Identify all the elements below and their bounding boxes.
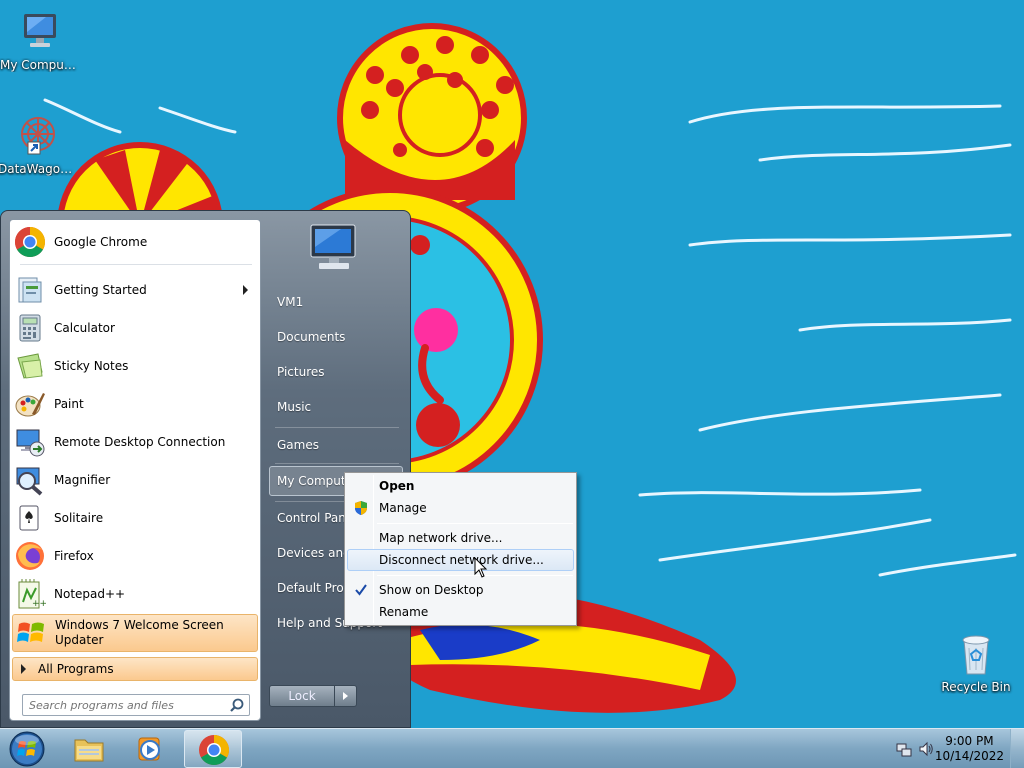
places-separator (275, 463, 399, 464)
desktop-icon-my-computer[interactable]: My Computer (0, 8, 80, 72)
all-programs-arrow-icon (21, 664, 26, 674)
start-menu-programs-pane: Google Chrome Getting Started Calculator… (9, 219, 261, 721)
context-item-show-on-desktop[interactable]: Show on Desktop (347, 579, 574, 601)
program-notepadpp[interactable]: ++ Notepad++ (12, 576, 258, 612)
places-user-vm1[interactable]: VM1 (269, 287, 403, 317)
all-programs-label: All Programs (38, 662, 114, 676)
chrome-icon (14, 226, 46, 258)
program-google-chrome[interactable]: Google Chrome (12, 224, 258, 260)
context-item-label: Show on Desktop (379, 583, 484, 597)
volume-icon[interactable] (918, 741, 934, 757)
context-item-rename[interactable]: Rename (347, 601, 574, 623)
shutdown-options-arrow-button[interactable] (335, 685, 357, 707)
places-games[interactable]: Games (269, 430, 403, 460)
computer-icon (16, 8, 64, 56)
program-label: Notepad++ (54, 587, 126, 601)
chrome-icon (199, 735, 230, 766)
program-label: Windows 7 Welcome Screen Updater (55, 618, 224, 647)
start-menu: Google Chrome Getting Started Calculator… (0, 210, 411, 728)
program-getting-started[interactable]: Getting Started (12, 272, 258, 308)
program-sticky-notes[interactable]: Sticky Notes (12, 348, 258, 384)
program-firefox[interactable]: Firefox (12, 538, 258, 574)
places-music[interactable]: Music (269, 392, 403, 422)
all-programs-button[interactable]: All Programs (12, 657, 258, 681)
network-icon[interactable] (896, 741, 912, 757)
program-label: Sticky Notes (54, 359, 129, 373)
clock-date: 10/14/2022 (934, 749, 1004, 763)
recycle-bin-icon (952, 630, 1000, 678)
places-documents[interactable]: Documents (269, 322, 403, 352)
paint-icon (14, 388, 46, 420)
places-separator (275, 427, 399, 428)
program-label: Magnifier (54, 473, 111, 487)
start-menu-places-pane: VM1 Documents Pictures Music Games My Co… (263, 211, 411, 727)
solitaire-icon (14, 502, 46, 534)
context-item-map-network-drive[interactable]: Map network drive... (347, 527, 574, 549)
user-picture-computer-icon[interactable] (303, 217, 365, 279)
program-magnifier[interactable]: Magnifier (12, 462, 258, 498)
program-paint[interactable]: Paint (12, 386, 258, 422)
program-win7-welcome-updater[interactable]: Windows 7 Welcome Screen Updater (12, 614, 258, 652)
magnifier-icon (14, 464, 46, 496)
desktop-icon-label: Recycle Bin (941, 680, 1011, 694)
program-label: Getting Started (54, 283, 147, 297)
svg-text:++: ++ (32, 599, 46, 609)
taskbar-chrome[interactable] (184, 730, 242, 768)
program-label: Remote Desktop Connection (54, 435, 226, 449)
mouse-cursor-icon (474, 557, 488, 578)
notepadpp-icon: ++ (14, 578, 47, 610)
sticky-notes-icon (14, 350, 46, 382)
search-input[interactable] (23, 695, 219, 715)
context-item-manage[interactable]: Manage (347, 497, 574, 519)
context-item-label: Manage (379, 501, 427, 515)
taskbar-explorer[interactable] (60, 730, 118, 768)
show-desktop-button[interactable] (1010, 729, 1024, 768)
program-label: Calculator (54, 321, 115, 335)
context-item-open[interactable]: Open (347, 475, 574, 497)
clock[interactable]: 9:00 PM 10/14/2022 (935, 734, 1004, 764)
context-menu-separator (377, 523, 573, 524)
clock-time: 9:00 PM (945, 734, 994, 748)
program-label: Paint (54, 397, 84, 411)
checkmark-icon (355, 584, 367, 596)
desktop-icon-datawagon[interactable]: DataWagon... (0, 112, 78, 176)
uac-shield-icon (355, 501, 367, 515)
windows-logo-icon (15, 617, 47, 649)
start-button[interactable] (4, 730, 50, 768)
getting-started-icon (14, 274, 46, 306)
remote-desktop-icon (14, 426, 46, 458)
firefox-icon (14, 540, 46, 572)
my-computer-context-menu: Open Manage Map network drive... Disconn… (344, 472, 577, 626)
program-label: Solitaire (54, 511, 104, 525)
notification-area: 9:00 PM 10/14/2022 (884, 729, 1024, 768)
program-label: Firefox (54, 549, 94, 563)
calculator-icon (14, 312, 46, 344)
places-pictures[interactable]: Pictures (269, 357, 403, 387)
taskbar-media-player[interactable] (122, 730, 180, 768)
datawagon-shortcut-icon (14, 112, 62, 160)
lock-button[interactable]: Lock (269, 685, 335, 707)
search-icon (230, 698, 244, 712)
media-player-icon (138, 737, 160, 761)
program-calculator[interactable]: Calculator (12, 310, 258, 346)
start-orb-icon (9, 731, 45, 767)
desktop-icon-recycle-bin[interactable]: Recycle Bin (936, 630, 1016, 694)
explorer-folder-icon (74, 739, 104, 762)
programs-separator (20, 264, 252, 265)
program-solitaire[interactable]: Solitaire (12, 500, 258, 536)
program-remote-desktop[interactable]: Remote Desktop Connection (12, 424, 258, 460)
submenu-arrow-icon (243, 285, 248, 295)
context-item-disconnect-network-drive[interactable]: Disconnect network drive... (347, 549, 574, 571)
program-label: Google Chrome (54, 235, 148, 249)
taskbar: 9:00 PM 10/14/2022 (0, 728, 1024, 768)
desktop-icon-label: My Computer (0, 58, 80, 72)
desktop-icon-label: DataWagon... (0, 162, 78, 176)
start-search-box[interactable] (22, 694, 250, 716)
